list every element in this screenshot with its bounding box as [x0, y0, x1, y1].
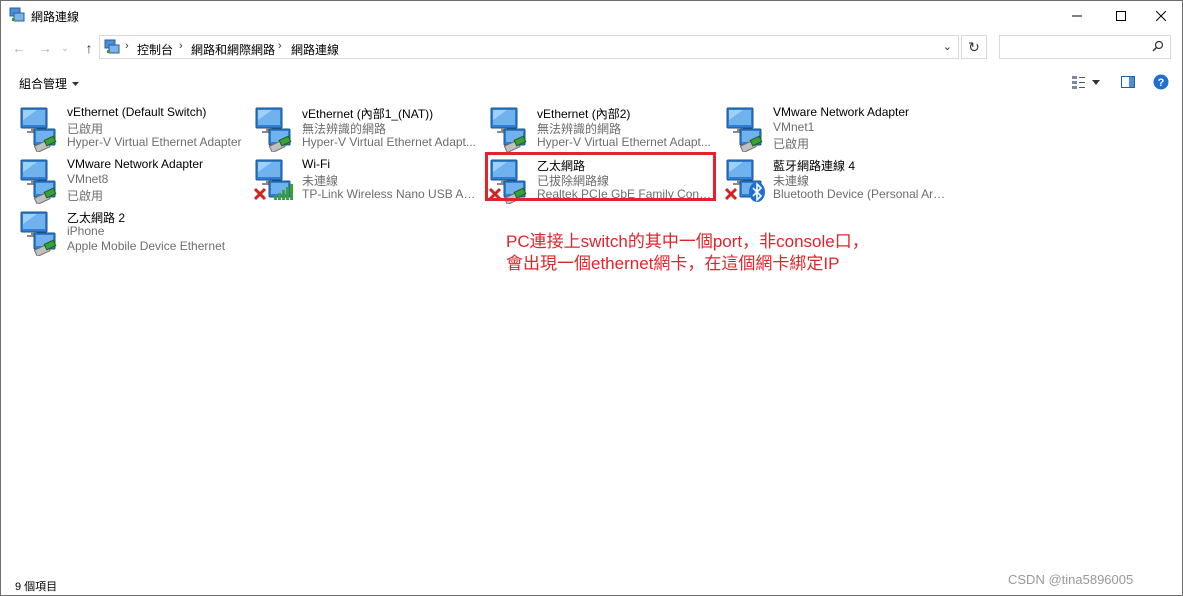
- help-icon[interactable]: ?: [1153, 74, 1169, 90]
- connection-status: iPhone: [67, 224, 105, 238]
- view-options-caret-icon[interactable]: [1092, 80, 1100, 85]
- connection-item[interactable]: 乙太網路 2 iPhone Apple Mobile Device Ethern…: [17, 208, 249, 258]
- annotation-text: PC連接上switch的其中一個port，非console口， 會出現一個eth…: [506, 231, 869, 275]
- explorer-window: 網路連線 ← → ⌄ ↑ › 控制台 › 網路和網際網路 › 網路連線 ⌄ ↻: [0, 0, 1183, 596]
- connection-item[interactable]: VMware Network Adapter VMnet1 已啟用: [723, 104, 955, 154]
- breadcrumb-network-internet[interactable]: 網路和網際網路: [191, 41, 275, 58]
- connection-device: Hyper-V Virtual Ethernet Adapter: [67, 135, 242, 149]
- title-bar[interactable]: 網路連線: [1, 1, 1182, 31]
- address-bar[interactable]: › 控制台 › 網路和網際網路 › 網路連線 ⌄: [99, 35, 959, 59]
- connection-status: VMnet1: [773, 120, 815, 134]
- arrow-up-icon: ↑: [85, 40, 93, 56]
- search-input[interactable]: [999, 35, 1171, 59]
- chevron-right-icon: ›: [278, 40, 282, 52]
- up-button[interactable]: ↑: [79, 38, 99, 58]
- arrow-right-icon: →: [38, 40, 52, 56]
- annotation-line-2: 會出現一個ethernet網卡，在這個網卡綁定IP: [506, 254, 840, 273]
- bluetooth-adapter-icon: [723, 156, 771, 204]
- wifi-adapter-icon: [252, 156, 300, 204]
- control-panel-icon: [104, 39, 120, 54]
- connection-name: Wi-Fi: [302, 157, 330, 171]
- connection-device: Bluetooth Device (Personal Are...: [773, 187, 949, 201]
- forward-button[interactable]: →: [35, 38, 55, 58]
- ethernet-adapter-icon: [17, 156, 65, 206]
- ethernet-adapter-icon: [252, 104, 300, 154]
- change-view-icon[interactable]: [1071, 74, 1087, 90]
- chevron-right-icon: ›: [179, 40, 183, 52]
- network-connections-icon: [9, 7, 25, 22]
- maximize-icon: [1116, 11, 1126, 21]
- breadcrumb-control-panel[interactable]: 控制台: [137, 41, 173, 58]
- minimize-button[interactable]: [1054, 1, 1100, 31]
- svg-text:?: ?: [1158, 77, 1165, 89]
- caret-down-icon: [72, 81, 80, 86]
- connection-device: TP-Link Wireless Nano USB Ada...: [302, 187, 478, 201]
- chevron-right-icon: ›: [125, 40, 129, 52]
- window-title: 網路連線: [31, 10, 80, 24]
- connection-item[interactable]: vEthernet (內部2) 無法辨識的網路 Hyper-V Virtual …: [487, 104, 719, 154]
- annotation-line-1: PC連接上switch的其中一個port，非console口，: [506, 232, 869, 251]
- connection-name: VMware Network Adapter: [67, 157, 204, 171]
- ethernet-adapter-icon: [17, 104, 65, 154]
- connection-device: Hyper-V Virtual Ethernet Adapt...: [302, 135, 476, 149]
- arrow-left-icon: ←: [12, 40, 26, 56]
- status-item-count: 9 個項目: [15, 581, 58, 593]
- connection-name: vEthernet (Default Switch): [67, 105, 207, 119]
- connection-item[interactable]: vEthernet (Default Switch) 已啟用 Hyper-V V…: [17, 104, 249, 154]
- connection-item[interactable]: vEthernet (內部1_(NAT)) 無法辨識的網路 Hyper-V Vi…: [252, 104, 484, 154]
- preview-pane-icon[interactable]: [1120, 74, 1136, 90]
- close-icon: [1156, 11, 1166, 21]
- back-button[interactable]: ←: [9, 38, 29, 58]
- connection-device: 已啟用: [67, 189, 104, 203]
- organize-menu-button[interactable]: 組合管理: [19, 75, 80, 92]
- connection-device: Apple Mobile Device Ethernet: [67, 239, 226, 253]
- minimize-icon: [1072, 15, 1082, 17]
- organize-label: 組合管理: [19, 77, 68, 91]
- ethernet-adapter-icon: [17, 208, 65, 258]
- chevron-down-icon: ⌄: [61, 42, 69, 53]
- watermark-text: CSDN @tina5896005: [1008, 572, 1134, 587]
- ethernet-adapter-icon: [723, 104, 771, 154]
- connection-item[interactable]: VMware Network Adapter VMnet8 已啟用: [17, 156, 249, 206]
- connection-device: Hyper-V Virtual Ethernet Adapt...: [537, 135, 711, 149]
- connection-item[interactable]: 藍牙網路連線 4 未連線 Bluetooth Device (Personal …: [723, 156, 955, 204]
- breadcrumb-network-connections[interactable]: 網路連線: [291, 41, 339, 58]
- connection-item[interactable]: Wi-Fi 未連線 TP-Link Wireless Nano USB Ada.…: [252, 156, 484, 204]
- close-button[interactable]: [1138, 1, 1183, 31]
- connection-status: VMnet8: [67, 172, 109, 186]
- connection-name: VMware Network Adapter: [773, 105, 910, 119]
- chevron-down-icon[interactable]: ⌄: [943, 40, 952, 53]
- refresh-button[interactable]: ↻: [961, 35, 987, 59]
- recent-locations-button[interactable]: ⌄: [59, 38, 71, 58]
- refresh-icon: ↻: [968, 38, 980, 55]
- ethernet-adapter-icon: [487, 104, 535, 154]
- search-icon: [1152, 40, 1164, 52]
- connection-device: 已啟用: [773, 137, 810, 151]
- highlight-box: [485, 152, 716, 201]
